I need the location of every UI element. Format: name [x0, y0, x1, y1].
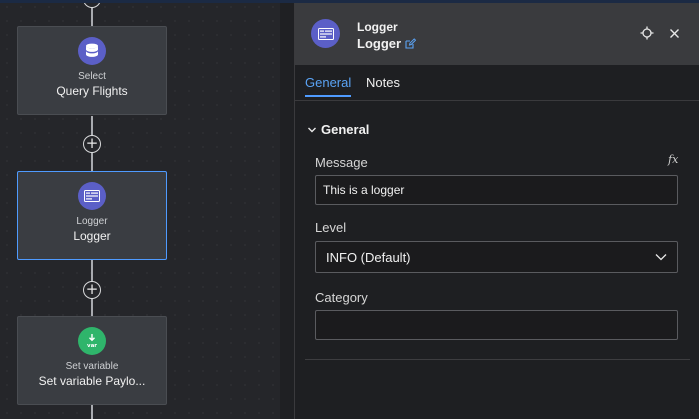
flow-node-select[interactable]: Select Query Flights [17, 26, 167, 115]
node-title: Set variable Paylo... [38, 374, 146, 388]
node-title: Logger [73, 229, 111, 243]
panel-node-type: Logger [357, 20, 398, 34]
panel-header: Logger Logger [295, 3, 699, 65]
chevron-down-icon [308, 127, 316, 132]
panel-tabs: General Notes [295, 65, 699, 101]
database-icon [78, 37, 106, 65]
locate-node-button[interactable] [639, 25, 655, 41]
fx-icon[interactable]: fx [668, 153, 678, 166]
add-step-button[interactable]: + [83, 135, 101, 153]
node-title: Query Flights [56, 84, 128, 98]
active-tab-indicator [305, 95, 351, 97]
logger-icon [78, 182, 106, 210]
flow-node-set-variable[interactable]: var Set variable Set variable Paylo... [17, 316, 167, 405]
set-variable-icon: var [78, 327, 106, 355]
section-divider [305, 359, 690, 360]
logger-icon [311, 19, 340, 48]
flow-node-logger[interactable]: Logger Logger [17, 171, 167, 260]
section-title: General [321, 122, 370, 137]
level-label: Level [315, 220, 347, 235]
node-type-label: Select [78, 71, 106, 82]
node-type-label: Logger [76, 216, 108, 227]
node-type-label: Set variable [65, 361, 119, 372]
message-label: Message [315, 155, 368, 170]
category-input[interactable] [315, 310, 678, 340]
svg-text:var: var [87, 343, 97, 349]
message-input[interactable] [315, 175, 678, 205]
connector-line [91, 405, 93, 419]
add-step-button[interactable]: + [83, 281, 101, 299]
flow-canvas[interactable]: + + + Select Query Flights Logger [0, 0, 280, 419]
panel-node-title: Logger [357, 36, 417, 51]
tab-notes[interactable]: Notes [366, 75, 400, 90]
close-panel-button[interactable] [666, 25, 682, 41]
edit-title-icon[interactable] [405, 38, 417, 49]
level-select[interactable]: INFO (Default) [315, 241, 678, 273]
chevron-down-icon [655, 254, 667, 261]
level-selected-value: INFO (Default) [326, 249, 411, 265]
panel-title-text: Logger [357, 36, 402, 51]
tab-general[interactable]: General [305, 75, 351, 90]
general-section-toggle[interactable]: General [307, 122, 369, 137]
properties-panel: Logger Logger General Notes General Mess… [294, 3, 699, 419]
category-label: Category [315, 290, 368, 305]
